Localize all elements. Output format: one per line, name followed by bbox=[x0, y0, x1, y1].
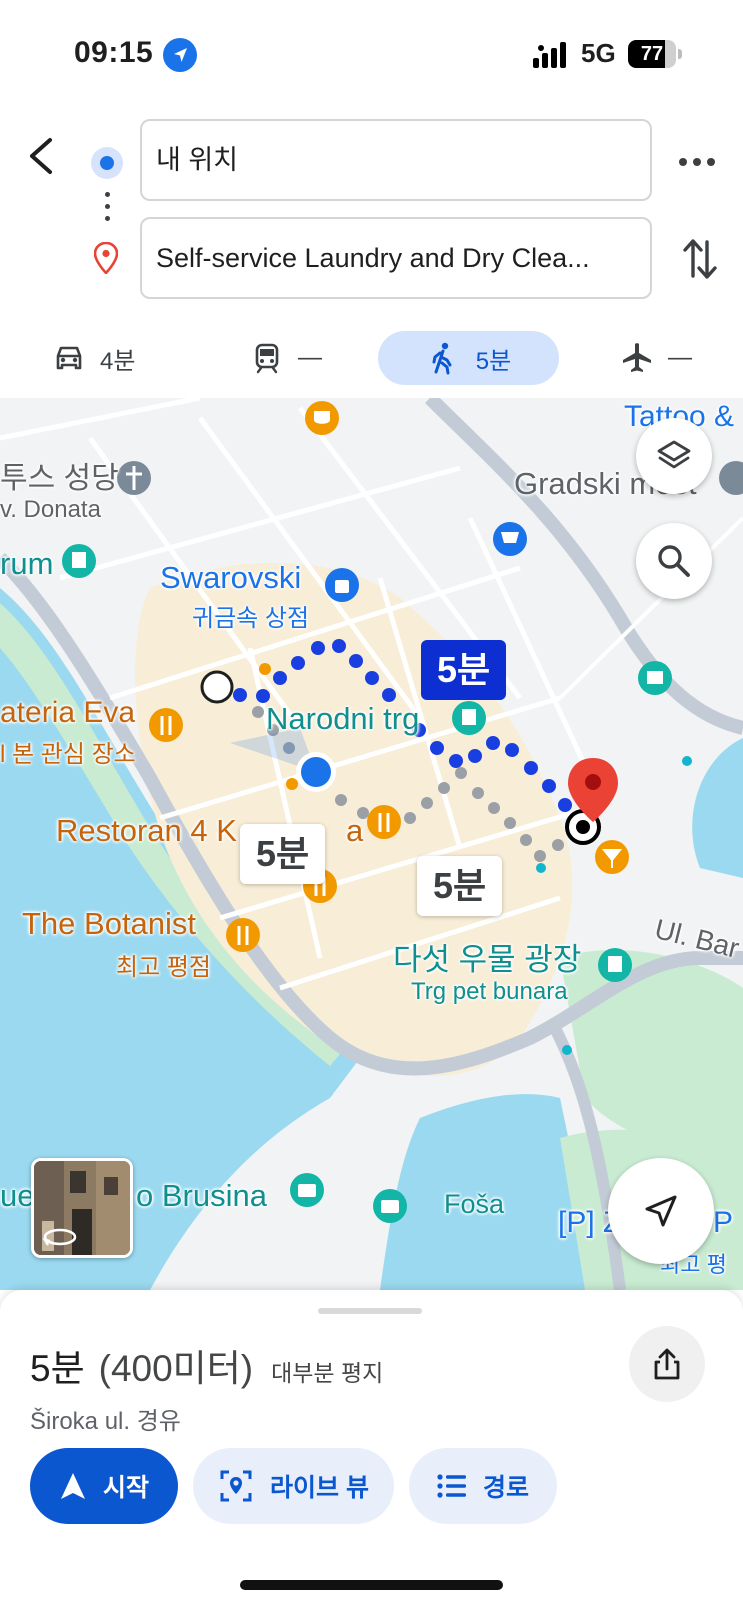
sheet-drag-handle[interactable] bbox=[318, 1308, 422, 1314]
route-distance: (400미터) bbox=[98, 1348, 254, 1389]
map-label-cathedral-en: v. Donata bbox=[0, 496, 101, 523]
route-duration: 5분 bbox=[30, 1348, 85, 1389]
map-search-button[interactable] bbox=[636, 523, 712, 599]
360-rotate-icon bbox=[42, 1228, 77, 1246]
map-label-five-wells[interactable]: 다섯 우물 광장 bbox=[393, 934, 581, 979]
tab-flight[interactable]: — bbox=[620, 331, 692, 385]
map-label-swarovski[interactable]: Swarovski bbox=[160, 560, 301, 596]
map-label-gelateria-sub: l 본 관심 장소 bbox=[0, 741, 136, 768]
route-terrain-note: 대부분 평지 bbox=[271, 1360, 384, 1386]
home-indicator[interactable] bbox=[240, 1580, 503, 1590]
tab-drive-label: 4분 bbox=[100, 347, 136, 375]
live-view-label: 라이브 뷰 bbox=[270, 1474, 369, 1502]
map-label-brusina-left: ue bbox=[0, 1178, 35, 1213]
battery-icon: 77 bbox=[628, 40, 676, 68]
map-label-brusina[interactable]: o Brusina bbox=[136, 1178, 267, 1214]
directions-sheet[interactable]: 5분 (400미터) 대부분 평지 Široka ul. 경유 시작 라이브 뷰… bbox=[0, 1290, 743, 1611]
map-label-gelateria[interactable]: ateria Eva bbox=[0, 696, 135, 730]
street-view-thumbnail[interactable] bbox=[31, 1158, 133, 1258]
back-arrow-icon[interactable] bbox=[22, 132, 62, 180]
car-icon bbox=[56, 346, 82, 370]
map-view[interactable]: Tattoo & 투스 성당 v. Donata Gradski most ru… bbox=[0, 398, 743, 1290]
battery-cap bbox=[678, 49, 682, 59]
origin-input[interactable]: 내 위치 bbox=[140, 119, 652, 201]
recenter-button[interactable] bbox=[608, 1158, 714, 1264]
map-label-restoran-end: a bbox=[346, 813, 364, 848]
map-label-fosa[interactable]: Foša bbox=[444, 1189, 504, 1220]
origin-dot-icon bbox=[91, 147, 123, 179]
route-time-chip-alt-right[interactable]: 5분 bbox=[417, 856, 503, 916]
start-label: 시작 bbox=[102, 1474, 149, 1502]
route-time-chip-alt-left[interactable]: 5분 bbox=[240, 824, 326, 884]
status-bar: 09:15 5G 77 bbox=[0, 0, 743, 110]
live-view-button[interactable]: 라이브 뷰 bbox=[193, 1448, 394, 1524]
map-label-restoran[interactable]: Restoran 4 K bbox=[56, 813, 237, 849]
destination-pin-icon bbox=[94, 242, 118, 274]
map-label-botanist-sub: 최고 평점 bbox=[116, 954, 211, 981]
battery-percent: 77 bbox=[640, 43, 664, 65]
status-time: 09:15 bbox=[74, 36, 154, 69]
location-services-icon bbox=[163, 38, 197, 72]
list-icon bbox=[437, 1474, 466, 1498]
share-icon bbox=[654, 1348, 680, 1380]
tab-walk-label: 5분 bbox=[475, 347, 512, 375]
map-label-forum[interactable]: rum bbox=[0, 546, 53, 582]
navigation-start-icon bbox=[60, 1473, 85, 1499]
layers-icon bbox=[657, 440, 691, 469]
route-connector-dots bbox=[105, 192, 111, 226]
tab-flight-label: — bbox=[668, 344, 692, 371]
map-label-cathedral[interactable]: 투스 성당 bbox=[0, 453, 119, 497]
map-label-swarovski-sub: 귀금속 상점 bbox=[192, 605, 310, 632]
tab-drive[interactable]: 4분 bbox=[52, 331, 135, 385]
tab-walk[interactable]: 5분 bbox=[378, 331, 559, 385]
share-button[interactable] bbox=[629, 1326, 705, 1402]
map-label-five-wells-en: Trg pet bunara bbox=[411, 978, 568, 1005]
start-navigation-button[interactable]: 시작 bbox=[30, 1448, 178, 1524]
live-view-icon bbox=[220, 1470, 252, 1502]
map-label-botanist[interactable]: The Botanist bbox=[22, 906, 196, 942]
route-via: Široka ul. 경유 bbox=[30, 1408, 181, 1435]
tab-transit[interactable]: — bbox=[250, 331, 322, 385]
airplane-icon bbox=[623, 343, 651, 372]
destination-input[interactable]: Self-service Laundry and Dry Clea... bbox=[140, 217, 652, 299]
route-time-chip-main[interactable]: 5분 bbox=[421, 640, 507, 700]
route-summary: 5분 (400미터) 대부분 평지 bbox=[30, 1338, 383, 1392]
more-options-icon[interactable] bbox=[676, 150, 718, 174]
tab-transit-label: — bbox=[298, 344, 322, 371]
network-type: 5G bbox=[581, 38, 616, 68]
cellular-signal-icon bbox=[533, 42, 566, 68]
steps-button[interactable]: 경로 bbox=[409, 1448, 557, 1524]
steps-label: 경로 bbox=[482, 1474, 529, 1502]
walking-icon bbox=[432, 342, 452, 375]
swap-directions-icon[interactable] bbox=[680, 236, 720, 282]
train-icon bbox=[255, 343, 279, 374]
search-icon bbox=[658, 545, 690, 577]
map-label-narodni-trg[interactable]: Narodni trg bbox=[266, 701, 419, 737]
navigation-arrow-icon bbox=[645, 1195, 677, 1227]
map-layers-button[interactable] bbox=[636, 418, 712, 494]
